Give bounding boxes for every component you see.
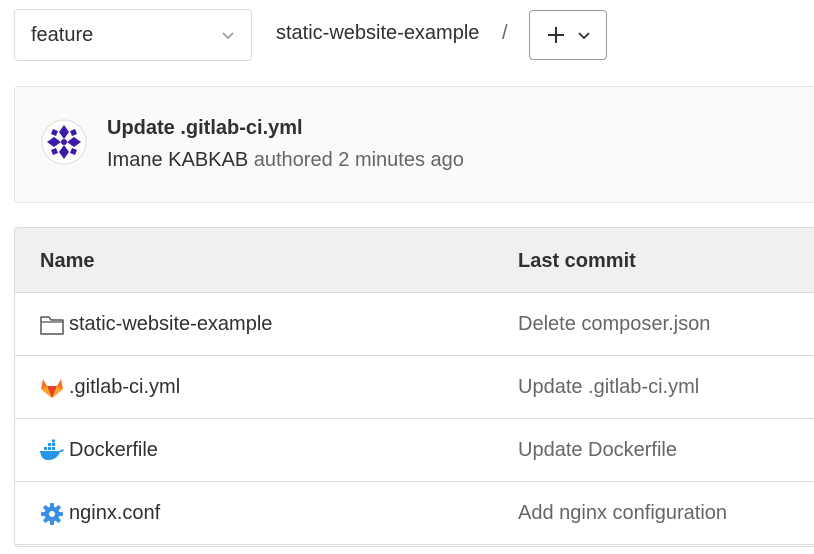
chevron-down-icon xyxy=(578,32,590,40)
file-name-link[interactable]: .gitlab-ci.yml xyxy=(69,376,180,399)
branch-selector-value: feature xyxy=(31,23,94,46)
table-row[interactable]: nginx.conf Add nginx configuration xyxy=(15,482,814,545)
table-header: Name Last commit xyxy=(15,228,814,293)
add-file-dropdown-button[interactable] xyxy=(529,10,607,60)
folder-icon xyxy=(40,316,64,335)
table-row[interactable]: static-website-example Delete composer.j… xyxy=(15,293,814,356)
latest-commit-panel: Update .gitlab-ci.yml Imane KABKAB autho… xyxy=(14,86,814,203)
gitlab-icon xyxy=(41,379,63,398)
plus-icon xyxy=(548,27,564,43)
avatar[interactable] xyxy=(41,119,87,165)
breadcrumb-repo-link[interactable]: static-website-example xyxy=(276,22,479,45)
last-commit-link[interactable]: Update .gitlab-ci.yml xyxy=(518,376,699,399)
table-row[interactable]: Dockerfile Update Dockerfile xyxy=(15,419,814,482)
file-table: Name Last commit static-website-example … xyxy=(14,227,814,547)
file-name-link[interactable]: static-website-example xyxy=(69,313,272,336)
column-header-name: Name xyxy=(40,250,95,272)
commit-meta: Imane KABKAB authored 2 minutes ago xyxy=(107,149,464,172)
commit-author-link[interactable]: Imane KABKAB xyxy=(107,149,248,171)
last-commit-link[interactable]: Delete composer.json xyxy=(518,313,710,336)
gear-icon xyxy=(41,503,63,525)
branch-selector[interactable]: feature xyxy=(14,9,252,61)
file-name-link[interactable]: Dockerfile xyxy=(69,439,158,462)
chevron-down-icon xyxy=(222,32,234,40)
commit-time: authored 2 minutes ago xyxy=(253,149,464,171)
docker-icon xyxy=(40,439,64,460)
last-commit-link[interactable]: Update Dockerfile xyxy=(518,439,677,462)
file-name-link[interactable]: nginx.conf xyxy=(69,502,160,525)
column-header-last-commit: Last commit xyxy=(518,250,636,272)
last-commit-link[interactable]: Add nginx configuration xyxy=(518,502,727,525)
commit-title-link[interactable]: Update .gitlab-ci.yml xyxy=(107,117,303,140)
breadcrumb-separator: / xyxy=(502,22,508,44)
table-row[interactable]: .gitlab-ci.yml Update .gitlab-ci.yml xyxy=(15,356,814,419)
